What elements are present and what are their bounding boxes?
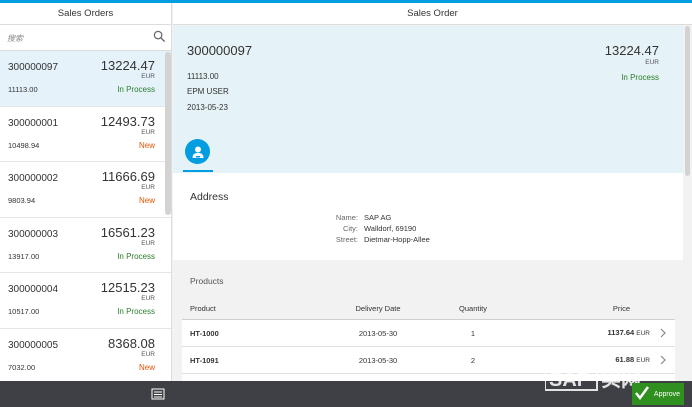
order-currency: EUR	[141, 350, 155, 358]
order-net: 10498.94	[8, 140, 40, 150]
master-scrollbar[interactable]	[165, 52, 171, 215]
cell-price: 1137.64 EUR	[607, 328, 650, 337]
order-status: New	[138, 362, 155, 372]
col-price: Price	[612, 304, 630, 313]
address-street-label: Street:	[335, 235, 358, 244]
address-section: Address Name: SAP AG City: Walldorf, 691…	[173, 173, 683, 260]
chevron-right-icon	[660, 328, 666, 338]
order-list: 300000097 13224.47 EUR 11113.00 In Proce…	[0, 51, 171, 381]
header-net: 11113.00	[187, 72, 219, 81]
address-street-row: Street: Dietmar-Hopp-Allee	[273, 235, 573, 244]
header-status: In Process	[621, 73, 659, 82]
cell-price: 61.88 EUR	[615, 355, 650, 364]
order-id: 300000001	[8, 117, 59, 129]
list-icon[interactable]	[150, 387, 166, 401]
order-currency: EUR	[141, 239, 155, 247]
order-net: 13917.00	[8, 251, 40, 261]
order-amount: 8368.08	[108, 335, 155, 351]
list-item[interactable]: 300000002 11666.69 EUR 9803.94 New	[0, 162, 171, 218]
list-item[interactable]: 300000001 12493.73 EUR 10498.94 New	[0, 106, 171, 162]
address-street-value: Dietmar-Hopp-Allee	[364, 235, 430, 244]
address-name-label: Name:	[335, 213, 358, 222]
detail-scrollbar[interactable]	[685, 26, 690, 176]
cell-price-value: 1137.64	[607, 328, 635, 337]
order-currency: EUR	[141, 128, 155, 136]
products-section: Products Product Delivery Date Quantity …	[173, 260, 683, 381]
approve-button[interactable]: Approve	[632, 383, 684, 405]
cell-product: HT-1091	[190, 356, 219, 365]
col-delivery-date: Delivery Date	[355, 304, 401, 313]
detail-pane: Sales Order 300000097 11113.00 EPM USER …	[173, 3, 692, 381]
order-id: 300000002	[8, 173, 59, 184]
order-id: 300000097	[8, 62, 59, 73]
order-currency: EUR	[141, 295, 155, 302]
order-status: In Process	[117, 85, 155, 94]
list-item[interactable]: 300000004 12515.23 EUR 10517.00 In Proce…	[0, 273, 171, 329]
order-amount: 12515.23	[100, 280, 155, 295]
cell-qty: 1	[470, 329, 476, 338]
order-net: 10517.00	[8, 307, 40, 316]
header-currency: EUR	[645, 59, 659, 66]
col-quantity: Quantity	[459, 304, 487, 313]
order-status: New	[138, 140, 155, 150]
table-header: Product Delivery Date Quantity Price	[182, 296, 675, 320]
checkmark-icon	[635, 386, 650, 401]
order-status: In Process	[117, 251, 155, 261]
col-product: Product	[190, 304, 216, 313]
search-bar	[0, 25, 171, 51]
order-id: 300000005	[8, 339, 59, 351]
table-row[interactable]: HT-1000 2013-05-30 1 1137.64 EUR	[182, 320, 675, 347]
list-item[interactable]: 300000097 13224.47 EUR 11113.00 In Proce…	[0, 51, 171, 107]
header-order-id: 300000097	[187, 43, 253, 58]
order-amount: 12493.73	[100, 113, 155, 129]
order-net: 7032.00	[8, 362, 36, 372]
approve-label: Approve	[653, 390, 680, 398]
person-icon	[192, 146, 203, 158]
cell-date: 2013-05-30	[358, 329, 398, 338]
address-title: Address	[190, 191, 229, 203]
order-currency: EUR	[141, 73, 155, 80]
order-amount: 13224.47	[100, 58, 155, 73]
header-user: EPM USER	[187, 87, 229, 96]
products-title: Products	[190, 276, 224, 286]
tab-contact[interactable]	[185, 139, 210, 164]
search-input[interactable]	[3, 29, 168, 47]
tab-selected-indicator	[183, 170, 213, 172]
order-net: 11113.00	[8, 85, 38, 94]
order-net: 9803.94	[8, 196, 36, 205]
cell-date: 2013-05-30	[358, 356, 398, 365]
cell-qty: 2	[470, 356, 476, 365]
object-header: 300000097 11113.00 EPM USER 2013-05-23 1…	[173, 26, 683, 173]
cell-price-value: 61.88	[615, 355, 635, 364]
master-title: Sales Orders	[0, 3, 171, 25]
address-city-label: City:	[343, 224, 358, 233]
list-item[interactable]: 300000005 8368.08 EUR 7032.00 New	[0, 328, 171, 381]
header-date: 2013-05-23	[187, 103, 228, 112]
svg-text:SAP: SAP	[549, 369, 590, 391]
cell-price-currency: EUR	[636, 330, 650, 337]
header-amount: 13224.47	[604, 43, 659, 58]
address-name-row: Name: SAP AG	[273, 213, 573, 222]
cell-product: HT-1000	[190, 329, 219, 338]
address-name-value: SAP AG	[364, 213, 392, 222]
list-item[interactable]: 300000003 16561.23 EUR 13917.00 In Proce…	[0, 217, 171, 273]
address-city-value: Walldorf, 69190	[364, 224, 417, 233]
order-currency: EUR	[141, 184, 155, 191]
order-id: 300000003	[8, 228, 59, 240]
address-city-row: City: Walldorf, 69190	[273, 224, 573, 233]
master-pane: Sales Orders 300000097 13224.47 EUR 1111…	[0, 3, 172, 381]
order-status: In Process	[117, 307, 155, 316]
search-icon[interactable]	[153, 30, 166, 43]
cell-price-currency: EUR	[636, 357, 650, 364]
order-amount: 16561.23	[100, 224, 155, 240]
order-amount: 11666.69	[101, 169, 155, 184]
order-status: New	[138, 196, 155, 205]
order-id: 300000004	[8, 284, 59, 295]
detail-title: Sales Order	[173, 3, 692, 25]
